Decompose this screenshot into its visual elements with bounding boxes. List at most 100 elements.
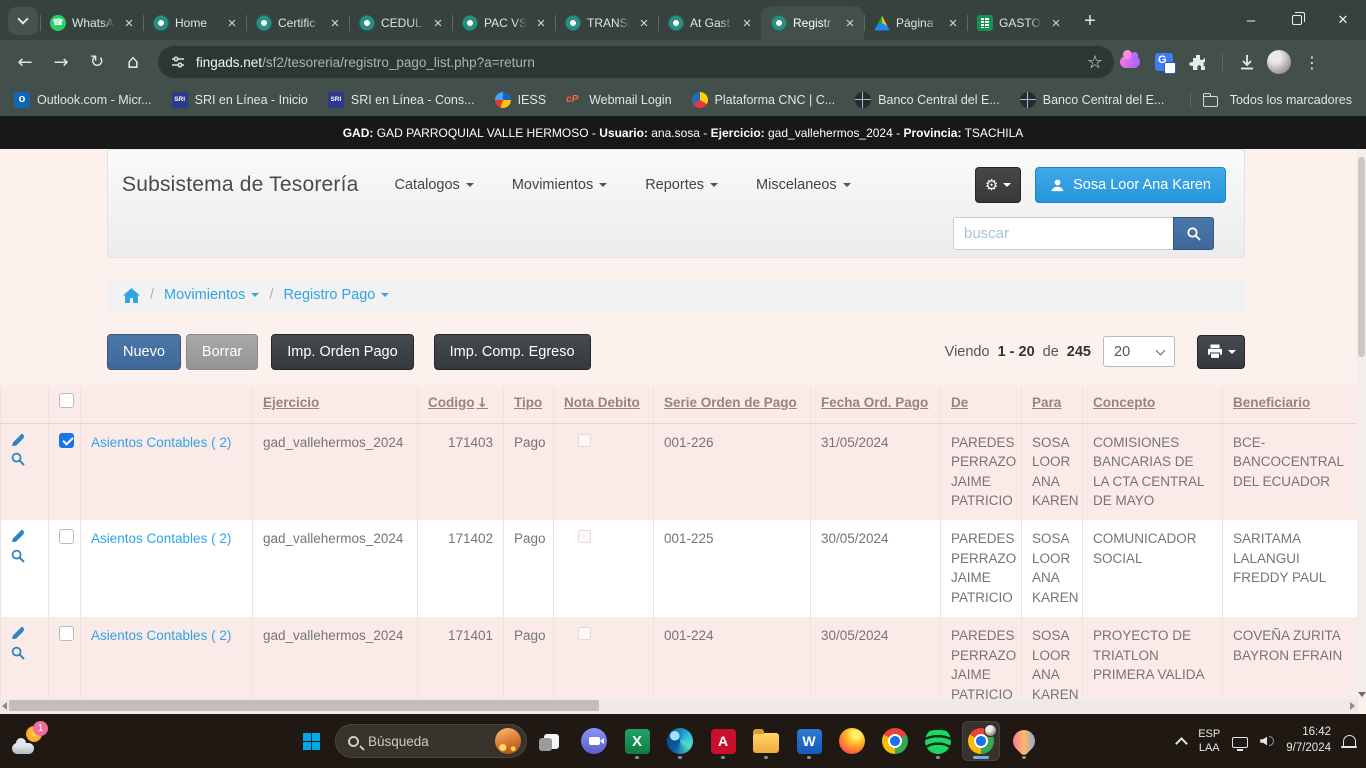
- col-beneficiario[interactable]: Beneficiario: [1223, 385, 1358, 423]
- acrobat-button[interactable]: A: [704, 721, 742, 761]
- weather-extension-icon[interactable]: [1116, 48, 1144, 76]
- browser-menu-icon[interactable]: [1297, 47, 1327, 77]
- scrollbar-thumb[interactable]: [9, 700, 599, 711]
- asientos-contables-link[interactable]: Asientos Contables ( 2): [91, 628, 231, 643]
- view-magnifier-icon[interactable]: [11, 549, 25, 569]
- teams-chat-button[interactable]: [575, 721, 613, 761]
- site-info-icon[interactable]: [170, 54, 186, 70]
- menu-item[interactable]: Catalogos: [395, 177, 474, 193]
- view-magnifier-icon[interactable]: [11, 646, 25, 666]
- tab-close-icon[interactable]: [121, 15, 137, 31]
- start-button[interactable]: [292, 721, 330, 761]
- select-all-checkbox[interactable]: [59, 393, 74, 408]
- new-tab-button[interactable]: [1076, 7, 1104, 35]
- tab-search-button[interactable]: [8, 7, 38, 35]
- tab-close-icon[interactable]: [636, 15, 652, 31]
- address-bar[interactable]: fingads.net/sf2/tesoreria/registro_pago_…: [158, 46, 1114, 78]
- browser-tab[interactable]: WhatsA: [40, 6, 143, 40]
- imp-comp-egreso-button[interactable]: Imp. Comp. Egreso: [434, 334, 591, 370]
- translate-icon[interactable]: [1150, 48, 1178, 76]
- search-button[interactable]: [1173, 217, 1214, 250]
- tab-close-icon[interactable]: [945, 15, 961, 31]
- bookmark-item[interactable]: Plataforma CNC | C...: [692, 92, 836, 108]
- firefox-button[interactable]: [833, 721, 871, 761]
- row-checkbox[interactable]: [59, 529, 74, 544]
- edit-pencil-icon[interactable]: [11, 433, 25, 453]
- language-indicator[interactable]: ESPLAA: [1198, 727, 1220, 756]
- tab-close-icon[interactable]: [842, 15, 858, 31]
- horizontal-scrollbar[interactable]: [0, 699, 1357, 712]
- menu-item[interactable]: Miscelaneos: [756, 177, 851, 193]
- taskbar-search[interactable]: Búsqueda: [335, 724, 527, 758]
- row-checkbox[interactable]: [59, 626, 74, 641]
- taskbar-weather-widget[interactable]: 1: [12, 726, 44, 756]
- downloads-icon[interactable]: [1233, 48, 1261, 76]
- hidden-icons-chevron[interactable]: [1175, 737, 1188, 750]
- nota-debito-checkbox[interactable]: [578, 530, 591, 543]
- scroll-right-arrow[interactable]: [1350, 702, 1355, 710]
- tab-close-icon[interactable]: [327, 15, 343, 31]
- imp-orden-pago-button[interactable]: Imp. Orden Pago: [271, 334, 413, 370]
- col-para[interactable]: Para: [1022, 385, 1083, 423]
- word-button[interactable]: W: [790, 721, 828, 761]
- search-input[interactable]: [953, 217, 1173, 250]
- breadcrumb-registro-pago[interactable]: Registro Pago: [283, 287, 389, 303]
- back-button[interactable]: [10, 47, 40, 77]
- tab-close-icon[interactable]: [1048, 15, 1064, 31]
- forward-button[interactable]: [46, 47, 76, 77]
- vertical-scrollbar[interactable]: [1357, 149, 1366, 699]
- browser-tab[interactable]: TRANSF: [555, 6, 658, 40]
- bookmark-item[interactable]: Outlook.com - Micr...: [14, 92, 152, 108]
- window-restore-button[interactable]: [1274, 0, 1320, 40]
- browser-tab[interactable]: CEDULA: [349, 6, 452, 40]
- home-button[interactable]: [118, 47, 148, 77]
- tab-close-icon[interactable]: [430, 15, 446, 31]
- chrome-active-button[interactable]: [962, 721, 1000, 761]
- bookmark-item[interactable]: IESS: [495, 92, 547, 108]
- tab-close-icon[interactable]: [224, 15, 240, 31]
- scroll-down-arrow[interactable]: [1358, 692, 1366, 697]
- nota-debito-checkbox[interactable]: [578, 434, 591, 447]
- menu-item[interactable]: Reportes: [645, 177, 718, 193]
- page-size-select[interactable]: 20: [1103, 336, 1175, 367]
- bookmark-item[interactable]: Webmail Login: [566, 92, 671, 108]
- chrome-button[interactable]: [876, 721, 914, 761]
- nota-debito-checkbox[interactable]: [578, 627, 591, 640]
- file-explorer-button[interactable]: [747, 721, 785, 761]
- user-button[interactable]: Sosa Loor Ana Karen: [1035, 167, 1226, 203]
- browser-tab[interactable]: Registr: [761, 6, 864, 40]
- extensions-puzzle-icon[interactable]: [1184, 48, 1212, 76]
- paint-app-button[interactable]: [1005, 721, 1043, 761]
- browser-tab[interactable]: Certific: [246, 6, 349, 40]
- reload-button[interactable]: [82, 47, 112, 77]
- view-magnifier-icon[interactable]: [11, 452, 25, 472]
- bookmark-star-icon[interactable]: [1080, 47, 1110, 77]
- scrollbar-thumb[interactable]: [1358, 157, 1365, 357]
- volume-control[interactable]: [1260, 736, 1274, 746]
- bookmark-item[interactable]: Banco Central del E...: [855, 92, 1000, 108]
- edit-pencil-icon[interactable]: [11, 626, 25, 646]
- bookmark-item[interactable]: SRI en Línea - Cons...: [328, 92, 475, 108]
- tab-close-icon[interactable]: [533, 15, 549, 31]
- col-fecha[interactable]: Fecha Ord. Pago: [811, 385, 941, 423]
- profile-avatar[interactable]: [1267, 50, 1291, 74]
- home-icon[interactable]: [123, 288, 140, 303]
- print-button[interactable]: [1197, 335, 1245, 369]
- asientos-contables-link[interactable]: Asientos Contables ( 2): [91, 531, 231, 546]
- col-de[interactable]: De: [941, 385, 1022, 423]
- nuevo-button[interactable]: Nuevo: [107, 334, 181, 370]
- scroll-left-arrow[interactable]: [2, 702, 7, 710]
- clock[interactable]: 16:429/7/2024: [1286, 725, 1331, 756]
- bookmark-item[interactable]: Banco Central del E...: [1020, 92, 1165, 108]
- browser-tab[interactable]: Home: [143, 6, 246, 40]
- excel-button[interactable]: X: [618, 721, 656, 761]
- col-ejercicio[interactable]: Ejercicio: [253, 385, 418, 423]
- notifications-bell-icon[interactable]: [1343, 735, 1356, 746]
- col-concepto[interactable]: Concepto: [1083, 385, 1223, 423]
- task-view-button[interactable]: [532, 721, 570, 761]
- browser-tab[interactable]: At Gast: [658, 6, 761, 40]
- settings-gear-button[interactable]: [975, 167, 1021, 203]
- menu-item[interactable]: Movimientos: [512, 177, 607, 193]
- row-checkbox[interactable]: [59, 433, 74, 448]
- all-bookmarks[interactable]: Todos los marcadores: [1190, 92, 1352, 108]
